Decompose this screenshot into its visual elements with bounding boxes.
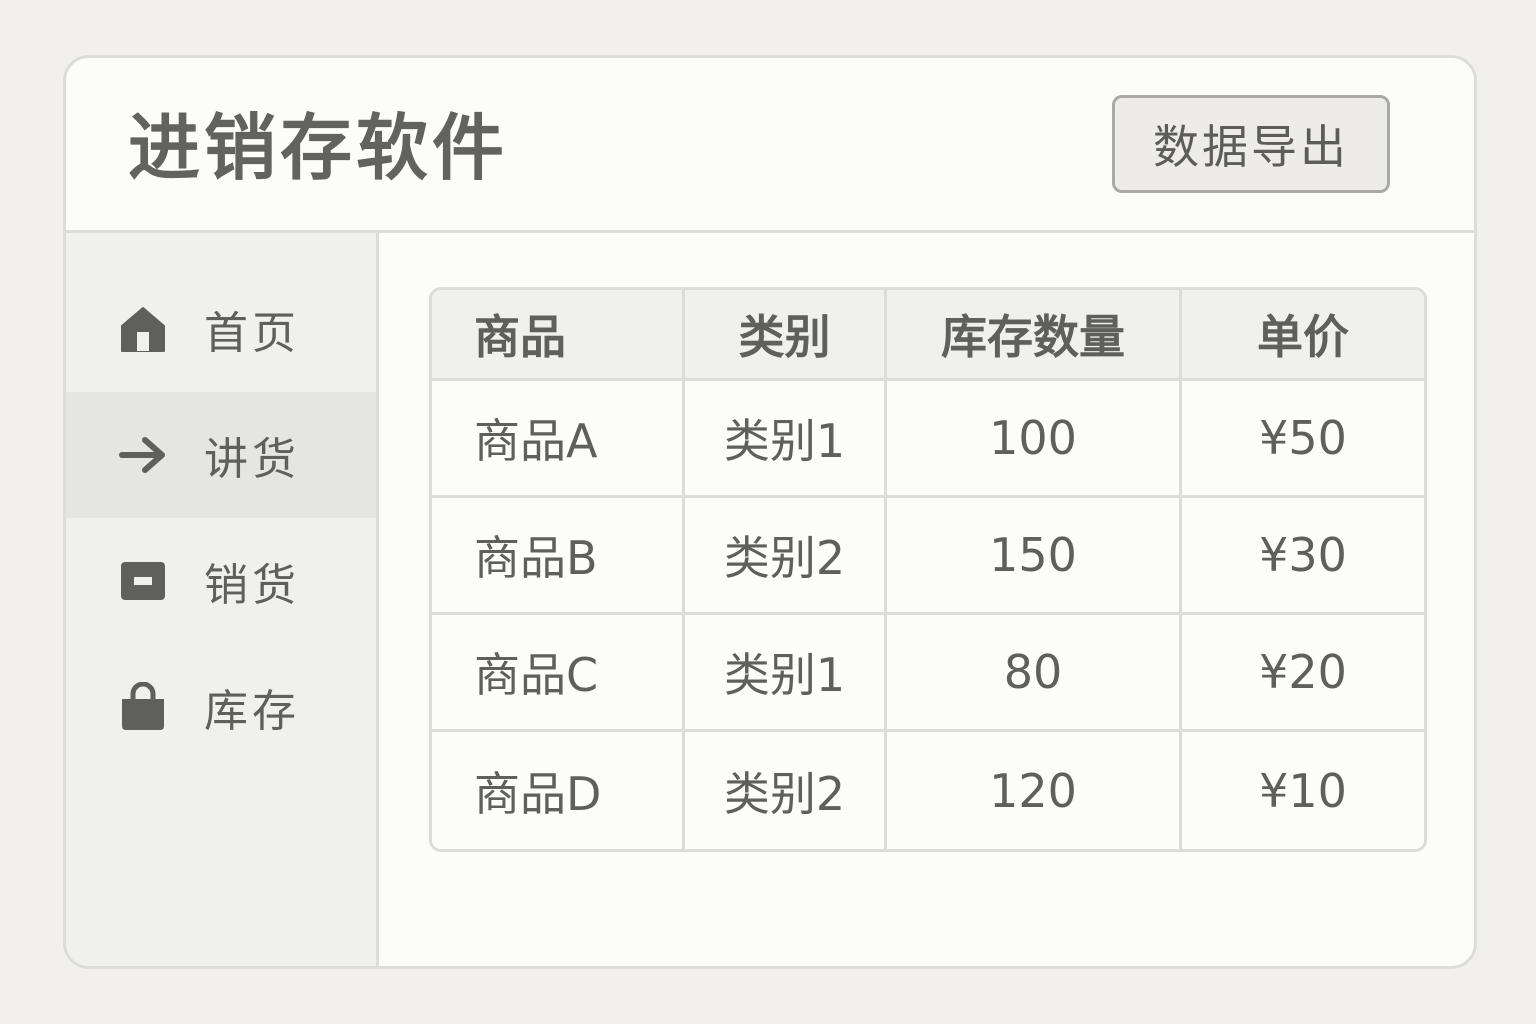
bag-icon bbox=[122, 682, 164, 730]
sidebar: 首页 讲货 销货 库存 bbox=[66, 233, 379, 966]
box-icon bbox=[121, 562, 165, 600]
sidebar-item-label: 库存 bbox=[204, 686, 300, 737]
sidebar-item-label: 销货 bbox=[204, 560, 300, 611]
cell-quantity: 120 bbox=[887, 732, 1182, 849]
sidebar-item-sales[interactable]: 销货 bbox=[66, 518, 376, 644]
cell-category: 类别2 bbox=[685, 732, 887, 849]
sidebar-item-home[interactable]: 首页 bbox=[66, 266, 376, 392]
cell-product: 商品C bbox=[432, 615, 685, 732]
cell-quantity: 100 bbox=[887, 381, 1182, 498]
column-header-quantity[interactable]: 库存数量 bbox=[887, 290, 1182, 381]
cell-product: 商品A bbox=[432, 381, 685, 498]
column-header-product[interactable]: 商品 bbox=[432, 290, 685, 381]
cell-price: ¥30 bbox=[1182, 498, 1424, 615]
cell-quantity: 80 bbox=[887, 615, 1182, 732]
export-data-button[interactable]: 数据导出 bbox=[1112, 95, 1390, 193]
header: 进销存软件 数据导出 bbox=[66, 58, 1474, 233]
sidebar-item-purchase[interactable]: 讲货 bbox=[66, 392, 376, 518]
app-title: 进销存软件 bbox=[128, 106, 509, 190]
cell-quantity: 150 bbox=[887, 498, 1182, 615]
cell-price: ¥10 bbox=[1182, 732, 1424, 849]
table-row[interactable]: 商品D 类别2 120 ¥10 bbox=[432, 732, 1424, 849]
sidebar-item-label: 首页 bbox=[204, 308, 300, 359]
column-header-category[interactable]: 类别 bbox=[685, 290, 887, 381]
sidebar-item-inventory[interactable]: 库存 bbox=[66, 644, 376, 770]
cell-category: 类别1 bbox=[685, 381, 887, 498]
app-window: 进销存软件 数据导出 首页 讲货 销货 库存 商品 类别 库存数量 单价 商品A… bbox=[63, 55, 1477, 969]
cell-product: 商品B bbox=[432, 498, 685, 615]
inventory-table: 商品 类别 库存数量 单价 商品A 类别1 100 ¥50 商品B 类别2 15… bbox=[429, 287, 1427, 852]
table-row[interactable]: 商品B 类别2 150 ¥30 bbox=[432, 498, 1424, 615]
cell-category: 类别2 bbox=[685, 498, 887, 615]
home-icon bbox=[121, 307, 165, 352]
cell-product: 商品D bbox=[432, 732, 685, 849]
cell-price: ¥50 bbox=[1182, 381, 1424, 498]
table-row[interactable]: 商品C 类别1 80 ¥20 bbox=[432, 615, 1424, 732]
cell-category: 类别1 bbox=[685, 615, 887, 732]
table-row[interactable]: 商品A 类别1 100 ¥50 bbox=[432, 381, 1424, 498]
column-header-price[interactable]: 单价 bbox=[1182, 290, 1424, 381]
arrow-right-icon bbox=[119, 437, 165, 473]
cell-price: ¥20 bbox=[1182, 615, 1424, 732]
main-content: 商品 类别 库存数量 单价 商品A 类别1 100 ¥50 商品B 类别2 15… bbox=[379, 233, 1474, 966]
sidebar-item-label: 讲货 bbox=[204, 434, 300, 485]
table-header-row: 商品 类别 库存数量 单价 bbox=[432, 290, 1424, 381]
